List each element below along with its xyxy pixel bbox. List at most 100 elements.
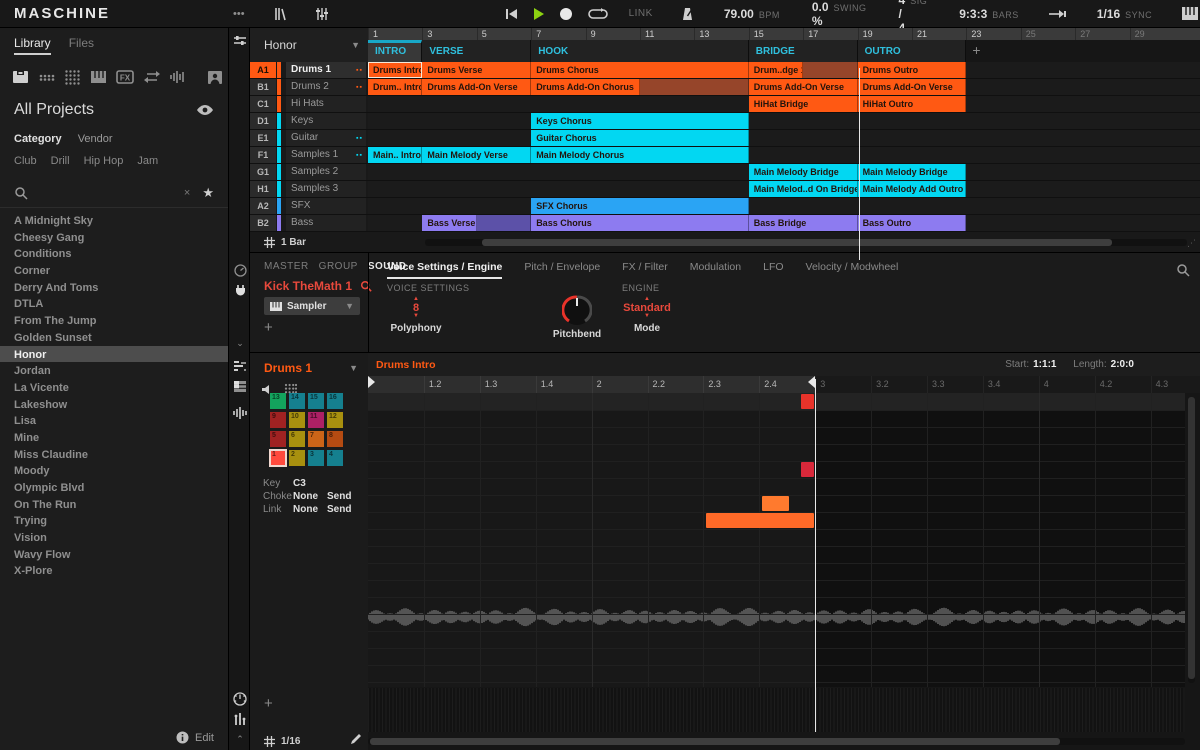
loop-button[interactable]	[580, 0, 616, 28]
project-item[interactable]: Jordan	[0, 362, 228, 379]
project-item[interactable]: Miss Claudine	[0, 446, 228, 463]
pad-9[interactable]: 9	[270, 412, 286, 428]
control-collapse-chevron-icon[interactable]: ⌄	[229, 338, 251, 349]
filter-vendor[interactable]: Vendor	[78, 133, 113, 145]
clip[interactable]: Main Melody Bridge	[858, 164, 967, 180]
pattern-timeline-ruler[interactable]: 1.21.31.422.22.32.433.23.33.444.24.3	[368, 376, 1200, 393]
arranger-lane[interactable]: Keys Chorus	[368, 113, 1200, 129]
add-section-button[interactable]: +	[972, 42, 980, 58]
clip[interactable]: Main Melody Add Outro	[858, 181, 967, 197]
clip[interactable]: Drum..dge 1	[749, 62, 803, 78]
group-name[interactable]: Hi Hats	[286, 96, 366, 112]
group-name[interactable]: Keys	[286, 113, 366, 129]
pattern-name[interactable]: Drums Intro	[376, 359, 436, 371]
clip[interactable]: Drum.. Intro	[368, 79, 422, 95]
menu-dots-button[interactable]: •••	[225, 0, 253, 28]
project-item[interactable]: Moody	[0, 462, 228, 479]
plugin-tab[interactable]: Velocity / Modwheel	[806, 261, 899, 279]
user-content-icon[interactable]	[207, 70, 223, 85]
skip-back-button[interactable]	[497, 0, 526, 28]
midi-note[interactable]	[762, 496, 789, 511]
clip[interactable]	[477, 215, 531, 231]
favorites-star-icon[interactable]: ★	[202, 185, 214, 201]
clip[interactable]: Guitar Chorus	[531, 130, 749, 146]
fx-icon[interactable]: FX	[116, 69, 134, 85]
arranger-lane[interactable]: Main Melod..d On Bridge 1Main Melody Add…	[368, 181, 1200, 197]
project-item[interactable]: Honor	[0, 346, 228, 363]
projects-icon[interactable]	[12, 69, 29, 85]
group-slot-button[interactable]: A2	[250, 198, 276, 214]
mode-param[interactable]: ▲ Standard ▼ Mode	[612, 297, 682, 334]
add-pattern-lane-button[interactable]: +	[264, 695, 273, 712]
group-name[interactable]: SFX	[286, 198, 366, 214]
start-value[interactable]: 1:1:1	[1033, 359, 1056, 370]
arranger-lane[interactable]: SFX Chorus	[368, 198, 1200, 214]
choke-value[interactable]: None	[293, 491, 327, 502]
instruments-icon[interactable]	[90, 69, 107, 85]
pad-8[interactable]: 8	[327, 431, 343, 447]
automation-icon[interactable]	[229, 264, 251, 277]
group-name[interactable]: Samples 1	[286, 147, 366, 163]
clip[interactable]: SFX Chorus	[531, 198, 749, 214]
key-value[interactable]: C3	[293, 478, 327, 489]
project-item[interactable]: Olympic Blvd	[0, 479, 228, 496]
loops-icon[interactable]	[143, 70, 161, 84]
clip[interactable]: Main Melody Bridge	[749, 164, 858, 180]
project-item[interactable]: Vision	[0, 529, 228, 546]
pattern-group-selector[interactable]: Drums 1 ▼	[250, 353, 368, 379]
swing-display[interactable]: 0.0 %SWING	[802, 0, 877, 28]
group-name[interactable]: Samples 3	[286, 181, 366, 197]
choke-send[interactable]: Send	[327, 491, 351, 502]
clip[interactable]: Bass Outro	[858, 215, 967, 231]
plugin-tab[interactable]: Modulation	[690, 261, 741, 279]
tag-club[interactable]: Club	[14, 155, 37, 167]
project-item[interactable]: Mine	[0, 429, 228, 446]
arranger-lane[interactable]: Main.. IntroMain Melody VerseMain Melody…	[368, 147, 1200, 163]
midi-note[interactable]	[801, 394, 814, 409]
preview-eye-icon[interactable]	[196, 104, 214, 116]
group-slot-button[interactable]: G1	[250, 164, 276, 180]
project-item[interactable]: A Midnight Sky	[0, 212, 228, 229]
clip[interactable]: Keys Chorus	[531, 113, 749, 129]
pad-15[interactable]: 15	[308, 393, 324, 409]
events-view-icon[interactable]	[229, 360, 251, 373]
group-slot-button[interactable]: F1	[250, 147, 276, 163]
midi-note[interactable]	[801, 462, 814, 477]
velocity-lane[interactable]	[368, 688, 1185, 732]
plugin-search-icon[interactable]	[1176, 263, 1190, 277]
clip[interactable]	[640, 79, 749, 95]
group-name[interactable]: Guitar	[286, 130, 366, 146]
tab-files[interactable]: Files	[69, 36, 94, 55]
project-item[interactable]: Corner	[0, 262, 228, 279]
group-name[interactable]: Drums 2	[286, 79, 366, 95]
arrange-grid-setting[interactable]: 1 Bar	[264, 237, 306, 248]
link-button[interactable]: LINK	[621, 0, 661, 28]
project-item[interactable]: Derry And Toms	[0, 279, 228, 296]
keyboard-icon[interactable]	[1174, 0, 1200, 28]
midi-knob-icon[interactable]	[229, 692, 251, 706]
piano-roll[interactable]	[368, 393, 1185, 687]
tab-library[interactable]: Library	[14, 36, 51, 55]
section-hook[interactable]: HOOK	[531, 40, 749, 62]
pad-16[interactable]: 16	[327, 393, 343, 409]
resize-grip-icon[interactable]: ⋰	[1187, 238, 1196, 249]
group-name[interactable]: Bass	[286, 215, 366, 231]
project-item[interactable]: Wavy Flow	[0, 546, 228, 563]
plugin-slot[interactable]: Sampler ▼	[264, 297, 360, 315]
project-item[interactable]: X-Plore	[0, 562, 228, 579]
section-bridge[interactable]: BRIDGE	[749, 40, 858, 62]
pad-4[interactable]: 4	[327, 450, 343, 466]
pad-11[interactable]: 11	[308, 412, 324, 428]
project-item[interactable]: Cheesy Gang	[0, 229, 228, 246]
project-item[interactable]: From The Jump	[0, 312, 228, 329]
tag-hip-hop[interactable]: Hip Hop	[84, 155, 124, 167]
sounds-icon[interactable]	[64, 69, 81, 85]
pad-1[interactable]: 1	[270, 450, 286, 466]
add-plugin-button[interactable]: +	[264, 319, 273, 336]
length-value[interactable]: 2:0:0	[1111, 359, 1134, 370]
arranger-timeline-ruler[interactable]: 1357911131517192123252729	[368, 28, 1200, 40]
project-item[interactable]: Conditions	[0, 245, 228, 262]
arranger-settings-icon[interactable]	[229, 34, 251, 48]
clip[interactable]: Drums Intro	[368, 62, 422, 78]
section-intro[interactable]: INTRO	[368, 40, 422, 62]
